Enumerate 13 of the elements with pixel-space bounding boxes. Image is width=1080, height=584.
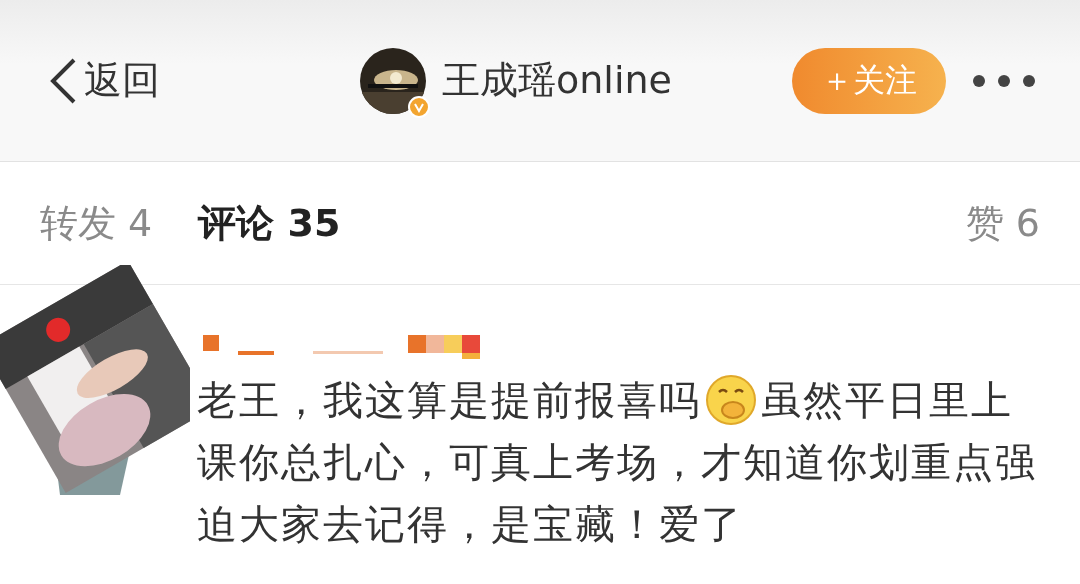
account-name: 王成瑶online <box>442 57 672 104</box>
back-chevron-icon <box>48 56 78 105</box>
tab[interactable]: 转发 4 <box>40 197 153 249</box>
tab[interactable]: 评论 35 <box>198 197 341 249</box>
comment-text: 迫大家去记得，是宝藏！爱了 <box>197 500 743 549</box>
comment-text: 虽然平日里上 <box>761 376 1013 425</box>
more-icon[interactable] <box>972 73 1036 88</box>
follow-button[interactable]: ＋关注 <box>792 47 946 114</box>
comment-text: 课你总扎心，可真上考场，才知道你划重点强 <box>197 438 1037 487</box>
emoji-icon <box>705 374 757 426</box>
back-button[interactable]: 返回 <box>48 55 160 106</box>
tab[interactable]: 赞 6 <box>965 197 1040 249</box>
comment-text: 老王，我这算是提前报喜吗 <box>197 376 701 425</box>
